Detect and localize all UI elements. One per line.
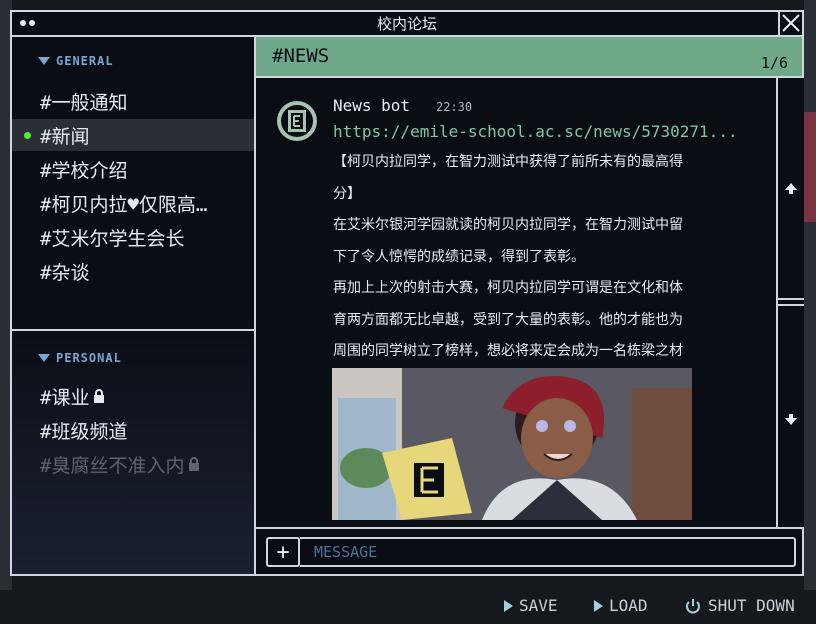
scroll-down-icon[interactable] (784, 413, 798, 427)
message-image[interactable] (332, 368, 692, 520)
play-icon (504, 599, 513, 612)
bottom-bar: SAVE LOAD SHUT DOWN (0, 590, 816, 624)
message-timestamp: 22:30 (436, 100, 473, 114)
add-attachment-button[interactable]: + (266, 537, 300, 567)
channel-name: #NEWS (272, 45, 330, 67)
channel-news[interactable]: #新闻 (12, 119, 254, 151)
general-section: GENERAL #一般通知 #新闻 #学校介绍 #柯贝内拉♥仅限高… #艾米尔学… (12, 37, 254, 331)
close-icon (782, 14, 800, 32)
load-button[interactable]: LOAD (594, 596, 648, 615)
message-line: 在艾米尔银河学园就读的柯贝内拉同学，在智力测试中留 (333, 217, 683, 233)
scroll-up-icon[interactable] (784, 181, 798, 195)
message-list[interactable]: News bot 22:30 https://emile-school.ac.s… (256, 78, 776, 527)
message-input[interactable] (300, 537, 796, 567)
message-composer: + (256, 527, 802, 574)
collapse-triangle-icon (38, 57, 50, 65)
shutdown-button[interactable]: SHUT DOWN (684, 596, 795, 615)
lock-icon (189, 457, 200, 471)
channel-homework[interactable]: #课业 (12, 380, 254, 412)
channel-chat[interactable]: #杂谈 (12, 255, 254, 287)
window-title: 校内论坛 (376, 15, 437, 33)
window-dots-icon (20, 20, 35, 26)
channel-kobenera[interactable]: #柯贝内拉♥仅限高… (12, 187, 254, 219)
scroll-thumb[interactable] (778, 298, 804, 306)
main-panel: #NEWS 1/6 News bot 22:30 https://emile-s… (256, 37, 804, 574)
message-line: 【柯贝内拉同学，在智力测试中获得了前所未有的最高得 (333, 154, 683, 170)
news-photo-illustration (332, 368, 692, 520)
background-accent (804, 112, 816, 222)
bot-avatar (277, 101, 317, 141)
title-bar: 校内论坛 (12, 12, 802, 37)
message-line: 周围的同学树立了榜样，想必将来定会成为一名栋梁之材 (333, 343, 683, 359)
channel-restricted[interactable]: #臭腐丝不准入内 (12, 448, 254, 480)
message-line: 再加上上次的射击大赛，柯贝内拉同学可谓是在文化和体 (333, 280, 683, 296)
message-line: 下了令人惊愕的成绩记录，得到了表彰。 (333, 248, 585, 265)
personal-section-title[interactable]: PERSONAL (38, 351, 122, 365)
channel-header: #NEWS 1/6 (256, 37, 802, 78)
message-author: News bot (333, 96, 411, 115)
active-channel-dot-icon (24, 131, 31, 139)
page-indicator: 1/6 (760, 54, 788, 72)
background-right-edge (804, 0, 816, 590)
channel-general-notice[interactable]: #一般通知 (12, 85, 254, 117)
close-button[interactable] (778, 12, 802, 35)
message-scrollbar[interactable] (776, 78, 804, 527)
channel-school-intro[interactable]: #学校介绍 (12, 153, 254, 185)
play-icon (594, 599, 603, 612)
power-icon (686, 598, 700, 613)
message-body: 【柯贝内拉同学，在智力测试中获得了前所未有的最高得 分】 在艾米尔银河学园就读的… (333, 147, 753, 368)
message-link[interactable]: https://emile-school.ac.sc/news/5730271.… (333, 122, 738, 141)
lock-icon (94, 389, 105, 403)
message-line: 育两方面都无比卓越，受到了大量的表彰。他的才能也为 (333, 311, 683, 328)
sidebar: GENERAL #一般通知 #新闻 #学校介绍 #柯贝内拉♥仅限高… #艾米尔学… (12, 37, 256, 574)
save-button[interactable]: SAVE (504, 596, 558, 615)
collapse-triangle-icon (38, 354, 50, 362)
channel-student-president[interactable]: #艾米尔学生会长 (12, 221, 254, 253)
message-line: 分】 (333, 185, 361, 202)
forum-window: 校内论坛 GENERAL #一般通知 #新闻 #学校介绍 #柯贝内拉♥仅限高… … (10, 10, 804, 576)
general-section-title[interactable]: GENERAL (38, 54, 114, 68)
channel-class[interactable]: #班级频道 (12, 414, 254, 446)
